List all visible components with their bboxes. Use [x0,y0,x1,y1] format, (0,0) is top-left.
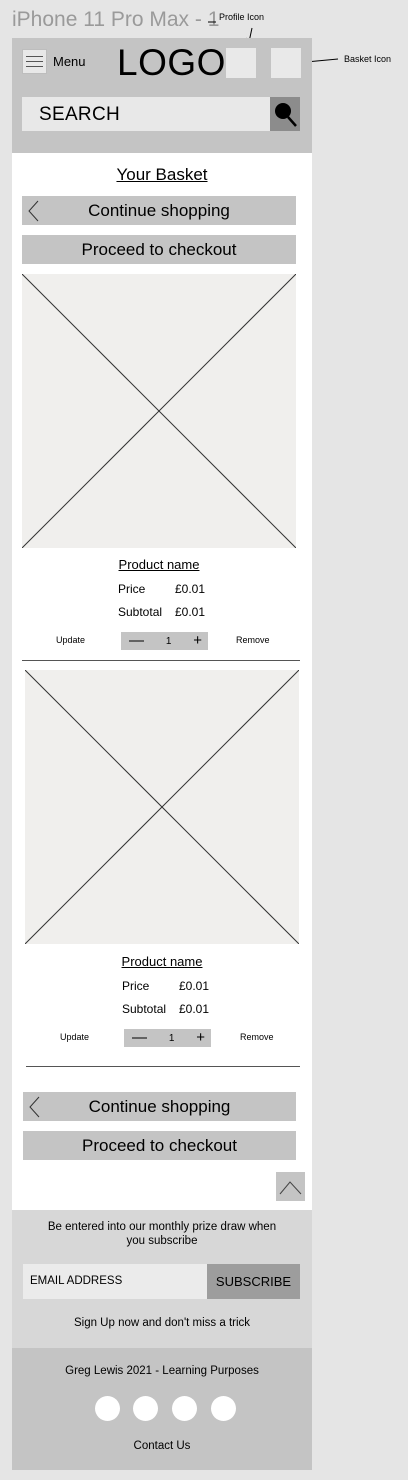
continue-shopping-label: Continue shopping [88,201,230,220]
minus-icon[interactable]: — [129,632,144,650]
quantity-value: 1 [165,635,172,647]
checkout-label: Proceed to checkout [82,1136,237,1155]
newsletter-text: Be entered into our monthly prize draw w… [47,1221,277,1247]
price-value: £0.01 [179,979,210,993]
contact-us-link[interactable]: Contact Us [12,1440,312,1452]
subtotal-label: Subtotal [122,1002,167,1016]
minus-icon[interactable]: — [132,1029,147,1047]
remove-link[interactable]: Remove [236,635,270,645]
product-image-placeholder[interactable] [25,670,299,944]
plus-icon[interactable]: + [196,1029,205,1047]
remove-link[interactable]: Remove [240,1032,274,1042]
continue-shopping-button[interactable]: Continue shopping [23,1092,296,1121]
search-button[interactable] [270,97,300,131]
logo[interactable]: LOGO [117,42,226,84]
checkout-button[interactable]: Proceed to checkout [23,1131,296,1160]
chevron-up-icon [279,1181,302,1195]
chevron-left-icon [29,1096,40,1118]
price-label: Price [122,979,150,993]
social-icon-1[interactable] [95,1396,120,1421]
email-field[interactable]: EMAIL ADDRESS [23,1264,207,1299]
price-value: £0.01 [175,582,206,596]
product-name[interactable]: Product name [22,557,296,572]
basket-icon[interactable] [271,48,301,78]
subtotal-label: Subtotal [118,605,163,619]
signup-text: Sign Up now and don't miss a trick [73,1317,251,1329]
product-image-placeholder[interactable] [22,274,296,548]
checkout-button[interactable]: Proceed to checkout [22,235,296,264]
profile-icon[interactable] [226,48,256,78]
footer-credits: Greg Lewis 2021 - Learning Purposes [65,1365,259,1377]
update-link[interactable]: Update [56,635,85,645]
social-icon-4[interactable] [211,1396,236,1421]
search-icon [275,103,297,127]
item-divider [22,660,300,661]
social-icon-2[interactable] [133,1396,158,1421]
item-divider [26,1066,300,1067]
hamburger-icon[interactable] [22,49,47,74]
subscribe-button[interactable]: SUBSCRIBE [207,1264,300,1299]
search-input[interactable]: SEARCH [22,97,270,131]
quantity-stepper[interactable]: — 1 + [124,1029,211,1047]
back-to-top-button[interactable] [276,1172,305,1201]
continue-shopping-label: Continue shopping [88,1097,231,1116]
quantity-value: 1 [168,1032,175,1044]
plus-icon[interactable]: + [193,632,202,650]
chevron-left-icon [28,200,39,222]
social-icon-3[interactable] [172,1396,197,1421]
subtotal-value: £0.01 [175,605,206,619]
menu-label[interactable]: Menu [53,54,86,69]
checkout-label: Proceed to checkout [81,240,237,259]
product-name[interactable]: Product name [25,954,299,969]
price-label: Price [118,582,146,596]
continue-shopping-button[interactable]: Continue shopping [22,196,296,225]
subtotal-value: £0.01 [179,1002,210,1016]
update-link[interactable]: Update [60,1032,89,1042]
page-title: Your Basket [116,165,208,184]
quantity-stepper[interactable]: — 1 + [121,632,208,650]
